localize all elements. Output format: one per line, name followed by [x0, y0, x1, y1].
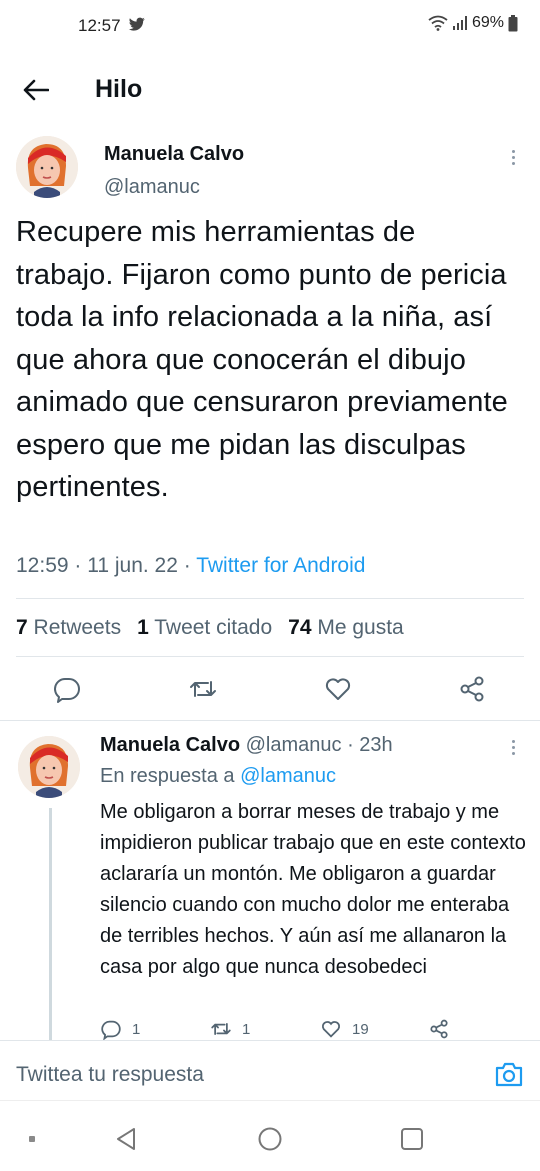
battery-percent: 69% — [471, 14, 504, 31]
retweet-count: 1 — [242, 1020, 251, 1038]
reply-icon[interactable] — [52, 674, 82, 704]
page-title: Hilo — [95, 75, 143, 103]
reply-age: 23h — [359, 734, 393, 756]
twitter-bird-icon — [128, 17, 145, 31]
reply-compose-bar: Twittea tu respuesta — [0, 1040, 540, 1101]
nav-home-icon[interactable] — [256, 1125, 284, 1153]
more-options-icon[interactable] — [503, 735, 523, 759]
in-reply-to: En respuesta a @lamanuc — [100, 765, 336, 787]
divider — [0, 720, 540, 721]
battery-icon — [508, 14, 518, 31]
reply-author-handle[interactable]: @lamanuc — [246, 734, 342, 756]
avatar[interactable] — [18, 736, 80, 798]
divider — [16, 656, 524, 657]
retweet-icon — [211, 1022, 231, 1036]
tweet-text: Recupere mis herramientas de trabajo. Fi… — [16, 216, 508, 503]
avatar-image — [18, 736, 80, 798]
avatar[interactable] — [16, 136, 78, 198]
reply-author-name[interactable]: Manuela Calvo — [100, 734, 240, 756]
back-button[interactable] — [20, 74, 52, 106]
reply-count-button[interactable]: 1 — [100, 1018, 140, 1040]
like-count: 19 — [352, 1020, 369, 1038]
author-handle[interactable]: @lamanuc — [104, 176, 200, 199]
system-nav-bar — [0, 1100, 540, 1171]
tweet-date: 11 jun. 22 — [87, 554, 178, 577]
thread-header: Hilo — [0, 60, 540, 120]
back-arrow-icon — [23, 79, 49, 101]
status-indicators: 69% — [428, 14, 518, 32]
signal-icon — [452, 16, 467, 30]
share-button[interactable] — [428, 1018, 450, 1040]
reply-tweet-actions: 1 1 19 — [100, 1018, 500, 1042]
like-icon[interactable] — [323, 674, 353, 704]
retweet-icon[interactable] — [188, 674, 218, 704]
reply-to-handle-link[interactable]: @lamanuc — [240, 765, 336, 787]
thread-line — [49, 808, 52, 1043]
reply-input[interactable]: Twittea tu respuesta — [16, 1063, 204, 1087]
camera-icon[interactable] — [494, 1059, 524, 1089]
retweet-count-button[interactable]: 1 — [210, 1018, 250, 1040]
dot-icon — [29, 1136, 35, 1142]
tweet-actions — [0, 674, 540, 706]
divider — [16, 598, 524, 599]
likes-stat[interactable]: 74 Me gusta — [288, 616, 404, 640]
reply-tweet-text: Me obligaron a borrar meses de trabajo y… — [100, 801, 526, 978]
nav-recents-icon[interactable] — [398, 1125, 426, 1153]
more-options-icon[interactable] — [503, 145, 523, 169]
reply-icon — [101, 1020, 121, 1040]
tweet-meta: 12:59 · 11 jun. 22 · Twitter for Android — [16, 554, 366, 577]
quotes-stat[interactable]: 1 Tweet citado — [137, 616, 272, 640]
tweet-stats: 7 Retweets 1 Tweet citado 74 Me gusta — [16, 616, 404, 640]
reply-count: 1 — [132, 1020, 141, 1038]
tweet-source-link[interactable]: Twitter for Android — [196, 554, 365, 577]
reply-author-line: Manuela Calvo @lamanuc · 23h — [100, 734, 393, 756]
status-time: 12:57 — [78, 16, 121, 35]
like-icon — [322, 1021, 340, 1038]
tweet-time: 12:59 — [16, 554, 69, 577]
nav-back-icon[interactable] — [112, 1125, 140, 1153]
author-name[interactable]: Manuela Calvo — [104, 143, 244, 166]
share-icon — [430, 1019, 448, 1039]
status-bar: 12:57 69% — [0, 0, 540, 52]
avatar-image — [16, 136, 78, 198]
retweets-stat[interactable]: 7 Retweets — [16, 616, 121, 640]
like-count-button[interactable]: 19 — [320, 1018, 369, 1040]
wifi-icon — [428, 15, 448, 31]
share-icon[interactable] — [457, 674, 487, 704]
